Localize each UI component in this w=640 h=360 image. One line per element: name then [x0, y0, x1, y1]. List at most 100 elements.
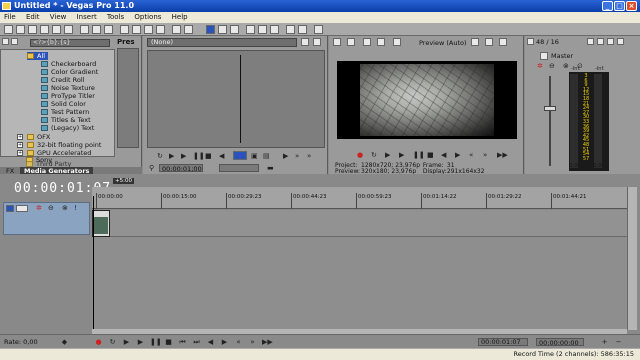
fast-forward-icon[interactable]: »: [248, 338, 257, 346]
play-from-start-icon[interactable]: ▶: [169, 153, 177, 160]
overlay-icon[interactable]: [393, 38, 401, 46]
region-marker[interactable]: +5:00: [113, 178, 134, 184]
tree-item-titles-text[interactable]: Titles & Text: [41, 116, 91, 124]
timeline-lanes[interactable]: [92, 210, 627, 330]
loop-icon[interactable]: ↻: [371, 152, 379, 159]
vertical-scrollbar[interactable]: [627, 187, 637, 330]
track-number-icon[interactable]: [6, 205, 14, 212]
stop-icon[interactable]: ■: [427, 152, 435, 159]
menu-view[interactable]: View: [46, 12, 71, 23]
loop-icon[interactable]: ↻: [157, 153, 165, 160]
trimmer-media-select[interactable]: (None): [147, 38, 297, 47]
fast-forward-icon[interactable]: »: [483, 152, 491, 159]
fast-forward-icon[interactable]: »: [295, 153, 303, 160]
cut-icon[interactable]: [120, 25, 129, 34]
lock-envelopes-icon[interactable]: [258, 25, 267, 34]
split-screen-icon[interactable]: [377, 38, 385, 46]
more-icon[interactable]: »: [307, 153, 315, 160]
play-icon[interactable]: ▶: [136, 338, 145, 346]
tree-item-legacy-text[interactable]: (Legacy) Text: [41, 124, 94, 132]
ripple-edit-icon[interactable]: [246, 25, 255, 34]
menu-help[interactable]: Help: [168, 12, 192, 23]
delete-icon[interactable]: [156, 25, 165, 34]
master-fx-icon[interactable]: [540, 52, 548, 60]
tree-item-solid-color[interactable]: Solid Color: [41, 100, 86, 108]
get-media-icon[interactable]: [92, 25, 101, 34]
next-icon[interactable]: ▶: [283, 153, 291, 160]
tree-item-checkerboard[interactable]: Checkerboard: [41, 60, 96, 68]
expand-icon[interactable]: +: [17, 150, 23, 156]
menu-file[interactable]: File: [0, 12, 20, 23]
mute-icon[interactable]: [617, 38, 624, 45]
time-ruler[interactable]: 00:00:00 00:00:15:00 00:00:29:23 00:00:44:2…: [92, 187, 627, 209]
ignore-grouping-icon[interactable]: [270, 25, 279, 34]
prev-frame-icon[interactable]: ◀: [219, 153, 227, 160]
render-icon[interactable]: [52, 25, 61, 34]
pause-icon[interactable]: ❚❚: [150, 338, 162, 346]
preview-quality-select[interactable]: Preview (Auto): [419, 39, 467, 47]
save-region-icon[interactable]: ▬: [267, 165, 275, 172]
tree-item-all[interactable]: All: [27, 52, 49, 60]
copy-snapshot-icon[interactable]: [499, 38, 507, 46]
playback-rate[interactable]: Rate: 0,00: [4, 338, 38, 346]
properties-icon[interactable]: [64, 25, 73, 34]
expand-icon[interactable]: +: [17, 142, 23, 148]
undo-icon[interactable]: [172, 25, 181, 34]
grid-icon[interactable]: [471, 38, 479, 46]
track-mute-icon[interactable]: ⊗: [62, 205, 70, 212]
preview-settings-icon[interactable]: [333, 38, 341, 46]
track-solo-icon[interactable]: !: [74, 205, 82, 212]
tree-item-color-gradient[interactable]: Color Gradient: [41, 68, 98, 76]
go-to-end-icon[interactable]: ▶▶: [497, 152, 508, 159]
copy-icon[interactable]: [132, 25, 141, 34]
maximize-button[interactable]: □: [614, 1, 625, 11]
search-input[interactable]: <?>{b}.{s}: [30, 39, 110, 47]
end-icon[interactable]: ▶▶: [262, 338, 273, 346]
minimize-button[interactable]: _: [602, 1, 613, 11]
master-fader[interactable]: [544, 106, 556, 111]
help-icon[interactable]: [314, 25, 323, 34]
video-track-lane[interactable]: [92, 210, 627, 237]
prev-frame-icon[interactable]: ◀: [441, 152, 449, 159]
bus-fx-icon[interactable]: ✲: [537, 63, 545, 70]
views-icon[interactable]: [11, 38, 18, 45]
mark-in-icon[interactable]: ⚲: [149, 165, 157, 172]
loop-icon[interactable]: ↻: [108, 338, 117, 346]
tree-item-credit-roll[interactable]: Credit Roll: [41, 76, 84, 84]
trimmer-close-icon[interactable]: [313, 38, 321, 46]
redo-icon[interactable]: [184, 25, 193, 34]
zoom-in-icon[interactable]: +: [600, 338, 609, 346]
tree-item-32bit[interactable]: 32-bit floating point: [27, 141, 101, 149]
stop-icon[interactable]: ■: [164, 338, 173, 346]
track-fx-icon[interactable]: ✲: [36, 205, 44, 212]
mixer-options-icon[interactable]: [587, 38, 594, 45]
expand-icon[interactable]: +: [17, 134, 23, 140]
play-from-start-icon[interactable]: ▶: [385, 152, 393, 159]
new-project-icon[interactable]: [4, 25, 13, 34]
go-to-start-icon[interactable]: ⏮: [178, 338, 187, 346]
track-motion-icon[interactable]: ⊖: [48, 205, 56, 212]
tree-item-ofx[interactable]: OFX: [27, 133, 50, 141]
pause-icon[interactable]: ❚❚: [413, 152, 425, 159]
normal-edit-tool-icon[interactable]: [206, 25, 215, 34]
menu-edit[interactable]: Edit: [22, 12, 44, 23]
capture-icon[interactable]: [80, 25, 89, 34]
burn-disc-icon[interactable]: [104, 25, 113, 34]
tree-item-noise-texture[interactable]: Noise Texture: [41, 84, 95, 92]
rate-slider-icon[interactable]: ◆: [60, 338, 69, 346]
rewind-icon[interactable]: «: [234, 338, 243, 346]
back-icon[interactable]: [2, 38, 9, 45]
overwrite-icon[interactable]: ▤: [263, 153, 271, 160]
auto-crossfade-icon[interactable]: [298, 25, 307, 34]
play-icon[interactable]: ▶: [399, 152, 407, 159]
bus-mute-icon[interactable]: ⊗: [563, 63, 571, 70]
video-clip[interactable]: [92, 210, 110, 237]
next-frame-icon[interactable]: ▶: [220, 338, 229, 346]
menu-options[interactable]: Options: [130, 12, 165, 23]
add-to-timeline-icon[interactable]: [233, 151, 247, 160]
save-icon[interactable]: [28, 25, 37, 34]
close-button[interactable]: ×: [626, 1, 637, 11]
external-monitor-icon[interactable]: [347, 38, 355, 46]
stop-icon[interactable]: ■: [205, 153, 213, 160]
dim-icon[interactable]: [607, 38, 614, 45]
